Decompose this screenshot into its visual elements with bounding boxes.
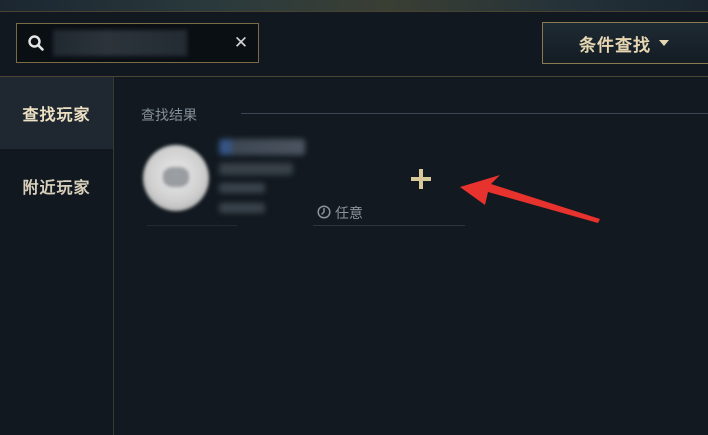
search-input[interactable] [53, 31, 189, 57]
add-friend-button[interactable] [403, 165, 439, 193]
condition-search-button[interactable]: 条件查找 [542, 22, 708, 64]
avatar-image-redacted [163, 167, 189, 187]
sidebar: 查找玩家 附近玩家 [0, 77, 114, 435]
tab-nearby-players[interactable]: 附近玩家 [0, 150, 113, 222]
search-icon [28, 35, 44, 51]
header: ✕ 条件查找 [0, 12, 708, 76]
clear-search-icon[interactable]: ✕ [230, 32, 252, 54]
result-divider [313, 225, 465, 226]
avatar[interactable] [143, 145, 209, 211]
tab-find-player-label: 查找玩家 [22, 105, 91, 124]
condition-search-label: 条件查找 [579, 35, 651, 56]
search-results-panel: 查找结果 任意 [115, 77, 708, 435]
player-info-redacted [219, 183, 265, 193]
tab-nearby-players-label: 附近玩家 [22, 178, 91, 197]
player-tag-redacted [219, 163, 293, 175]
result-divider-left [147, 225, 237, 226]
clock-icon [317, 205, 331, 219]
tab-find-player[interactable]: 查找玩家 [0, 77, 113, 149]
player-info-redacted-2 [219, 203, 265, 213]
chevron-down-icon [659, 40, 669, 46]
section-title: 查找结果 [141, 108, 197, 124]
section-divider [241, 113, 708, 114]
player-status: 任意 [335, 206, 363, 222]
search-box[interactable]: ✕ [16, 23, 259, 63]
plus-icon [411, 169, 431, 189]
player-name-redacted [219, 139, 305, 155]
